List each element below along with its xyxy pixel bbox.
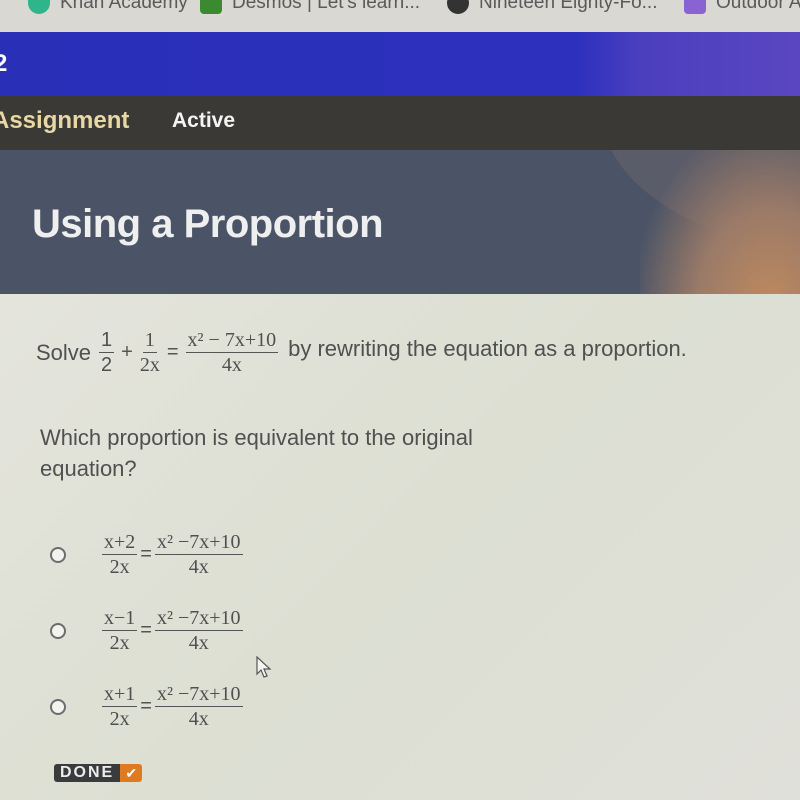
bookmark-label: Nineteen Eighty-Fo... xyxy=(479,0,658,13)
assignment-bar: Assignment Active xyxy=(0,96,800,150)
numerator: x+2 xyxy=(102,531,138,555)
question-equation: Solve 1 2 + 1 2x = x² − 7x+10 4x by rewr… xyxy=(36,328,687,377)
answer-option-1[interactable]: x+2 2x = x² −7x+10 4x xyxy=(50,530,243,579)
equals-sign: = xyxy=(140,619,152,641)
bookmark-label: Desmos | Let's learn... xyxy=(232,0,421,13)
header-number: 2 xyxy=(0,50,8,77)
radio-button[interactable] xyxy=(50,698,66,715)
assignment-label: Assignment xyxy=(0,107,130,134)
question-tail: by rewriting the equation as a proportio… xyxy=(288,335,687,361)
fraction-rhs: x² − 7x+10 4x xyxy=(185,328,279,377)
option-proportion: x−1 2x = x² −7x+10 4x xyxy=(102,606,243,655)
denominator: 4x xyxy=(221,354,242,376)
option-proportion: x+2 2x = x² −7x+10 4x xyxy=(102,530,243,579)
bookmark-label: Khan Academy xyxy=(60,0,188,13)
banner-glow xyxy=(640,150,800,294)
bookmark-outdoor[interactable]: Outdoor A xyxy=(684,0,800,14)
denominator: 4x xyxy=(188,632,209,654)
bookmark-khan-academy[interactable]: Khan Academy xyxy=(28,0,188,14)
answer-option-3[interactable]: x+1 2x = x² −7x+10 4x xyxy=(50,682,243,731)
lesson-banner: Using a Proportion xyxy=(0,150,800,294)
numerator: 1 xyxy=(99,329,115,353)
plus-sign: + xyxy=(121,341,133,363)
equals-sign: = xyxy=(140,543,152,565)
bookmark-label: Outdoor A xyxy=(716,0,800,13)
mouse-cursor-icon xyxy=(256,656,272,678)
forms-icon xyxy=(684,0,706,14)
numerator: x² −7x+10 xyxy=(154,607,243,631)
status-active: Active xyxy=(172,109,236,132)
answer-option-2[interactable]: x−1 2x = x² −7x+10 4x xyxy=(50,606,243,655)
bookmark-desmos[interactable]: Desmos | Let's learn... xyxy=(200,0,420,14)
done-button[interactable]: DONE ✔ xyxy=(54,764,143,782)
page-title: Using a Proportion xyxy=(32,202,384,246)
equals-sign: = xyxy=(166,341,179,363)
denominator: 2x xyxy=(109,632,130,654)
equals-sign: = xyxy=(140,695,152,717)
denominator: 2x xyxy=(139,354,160,376)
bookmarks-bar: Khan Academy Desmos | Let's learn... Nin… xyxy=(0,0,800,32)
numerator: x² −7x+10 xyxy=(154,683,243,707)
solve-word: Solve xyxy=(36,339,92,365)
question-prompt: Which proportion is equivalent to the or… xyxy=(40,425,473,481)
bookmark-nineteen-eighty-four[interactable]: Nineteen Eighty-Fo... xyxy=(447,0,657,14)
denominator: 2x xyxy=(109,708,130,730)
numerator: x+1 xyxy=(102,683,138,707)
done-label: DONE xyxy=(54,764,121,782)
numerator: x² − 7x+10 xyxy=(185,329,279,353)
numerator: x² −7x+10 xyxy=(154,531,243,555)
radio-button[interactable] xyxy=(50,546,66,563)
numerator: x−1 xyxy=(102,607,138,631)
app-header: 2 xyxy=(0,32,800,96)
denominator: 2 xyxy=(101,354,113,376)
fraction-term-2: 1 2x xyxy=(140,328,160,377)
desmos-icon xyxy=(200,0,222,14)
option-proportion: x+1 2x = x² −7x+10 4x xyxy=(102,682,243,731)
radio-button[interactable] xyxy=(50,622,66,639)
globe-icon xyxy=(447,0,469,14)
numerator: 1 xyxy=(142,329,157,353)
checkmark-icon: ✔ xyxy=(120,764,143,782)
khan-academy-icon xyxy=(28,0,50,14)
denominator: 2x xyxy=(109,556,130,578)
denominator: 4x xyxy=(188,556,209,578)
denominator: 4x xyxy=(188,708,209,730)
fraction-term-1: 1 2 xyxy=(99,328,115,377)
